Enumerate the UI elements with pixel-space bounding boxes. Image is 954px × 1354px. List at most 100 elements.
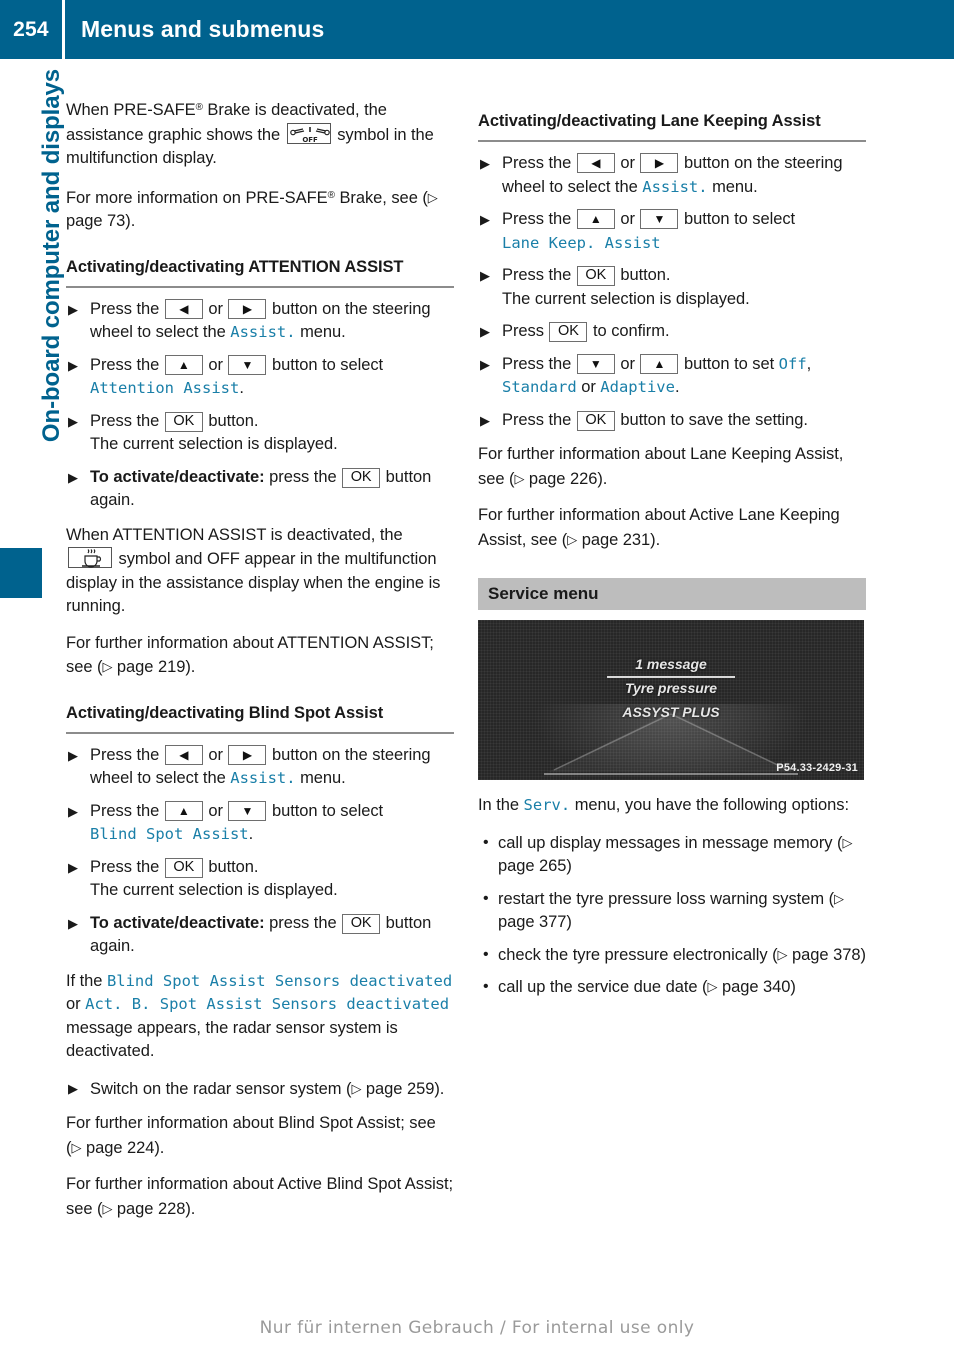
- step-arrow-icon: ▶: [68, 803, 78, 819]
- heading-attention-assist: Activating/deactivating ATTENTION ASSIST: [66, 257, 404, 276]
- text-run: page 228).: [112, 1199, 196, 1218]
- heading-rule: [478, 140, 866, 142]
- down-arrow-key[interactable]: ▼: [228, 354, 267, 375]
- step-lead-in: To activate/deactivate:: [90, 913, 265, 932]
- up-arrow-key[interactable]: ▲: [576, 209, 615, 229]
- text-run: or: [203, 745, 228, 764]
- page-reference-arrow-icon: ▷: [71, 1139, 82, 1155]
- screenshot-line-tyre-pressure: Tyre pressure: [624, 680, 718, 696]
- step-arrow-icon: ▶: [68, 357, 78, 373]
- text-run: Press the: [502, 266, 576, 284]
- right-arrow-key[interactable]: ▶: [640, 153, 679, 173]
- text-run: menu.: [295, 769, 346, 787]
- menu-name-serv: Serv.: [523, 796, 571, 814]
- text-run: page 224).: [81, 1138, 165, 1157]
- text-run: menu.: [295, 323, 346, 341]
- text-run: Press the: [502, 210, 576, 228]
- lane-keeping-assist-steps: ▶ Press the ◀ or ▶ button on the steering…: [478, 152, 866, 432]
- screenshot-line-message-count: 1 message: [635, 656, 707, 672]
- bullet-icon: •: [483, 978, 489, 995]
- radar-sensor-step: ▶ Switch on the radar sensor system (▷ pa…: [66, 1077, 454, 1102]
- left-column: When PRE-SAFE® Brake is deactivated, the…: [66, 96, 454, 1234]
- ok-key[interactable]: OK: [549, 322, 588, 342]
- text-run: or: [615, 354, 640, 373]
- blind-spot-reference-2: For further information about Active Bli…: [66, 1173, 454, 1221]
- text-run: or: [203, 355, 228, 374]
- menu-name-assist: Assist.: [642, 177, 708, 196]
- lane-keeping-reference-2: For further information about Active Lan…: [478, 504, 866, 552]
- text-run: Press the: [502, 410, 576, 429]
- coffee-cup-icon: [68, 547, 112, 568]
- text-run: Press the: [90, 299, 164, 318]
- up-arrow-key[interactable]: ▲: [164, 800, 203, 821]
- text-run: In the: [478, 796, 524, 814]
- text-run: call up the service due date (: [498, 978, 708, 996]
- text-run: press the: [264, 467, 342, 486]
- left-arrow-key[interactable]: ◀: [576, 153, 615, 173]
- ok-key[interactable]: OK: [576, 266, 615, 286]
- step-arrow-icon: ▶: [480, 412, 490, 428]
- section-banner-service-menu: Service menu: [478, 578, 866, 610]
- text-run: page 377): [498, 913, 572, 931]
- presafe-reference-paragraph: For more information on PRE-SAFE® Brake,…: [66, 184, 454, 234]
- heading-rule: [66, 731, 454, 734]
- attention-assist-reference: For further information about ATTENTION …: [66, 632, 454, 680]
- list-item: • call up display messages in message mem…: [478, 831, 866, 879]
- down-arrow-key[interactable]: ▼: [228, 800, 267, 821]
- step-arrow-icon: ▶: [68, 413, 78, 429]
- page-footer: Nur für internen Gebrauch / For internal…: [259, 1318, 695, 1338]
- step-item: ▶ Press the ▼ or ▲ button to set Off, Sta…: [478, 353, 866, 400]
- down-arrow-key[interactable]: ▼: [576, 353, 615, 374]
- text-run: or: [66, 995, 86, 1013]
- step-arrow-icon: ▶: [68, 1080, 78, 1096]
- right-arrow-key[interactable]: ▶: [228, 298, 267, 319]
- text-run: symbol and OFF appear in the multifuncti…: [66, 550, 441, 615]
- text-run: When PRE-SAFE: [66, 101, 196, 119]
- step-item: ▶ Press the ◀ or ▶ button on the steering…: [66, 298, 454, 345]
- step-item: ▶ Press the ▲ or ▼ button to select Lane …: [478, 208, 866, 255]
- registered-mark: ®: [195, 102, 203, 113]
- text-run: If the: [66, 971, 107, 990]
- right-arrow-key[interactable]: ▶: [228, 744, 267, 765]
- step-item: ▶ Press the ▲ or ▼ button to select Blind…: [66, 800, 454, 847]
- page-number: 254: [13, 17, 49, 41]
- registered-mark: ®: [327, 189, 335, 201]
- page-reference-arrow-icon: ▷: [842, 834, 853, 850]
- step-arrow-icon: ▶: [68, 747, 78, 763]
- text-run: call up display messages in message memo…: [498, 833, 843, 852]
- ok-key[interactable]: OK: [164, 411, 203, 432]
- text-run: or: [203, 801, 228, 820]
- left-arrow-key[interactable]: ◀: [164, 298, 203, 319]
- up-arrow-key[interactable]: ▲: [164, 354, 203, 375]
- step-arrow-icon: ▶: [480, 324, 490, 339]
- text-run: ,: [806, 354, 812, 373]
- page-title: Menus and submenus: [81, 16, 325, 42]
- step-item: ▶ Press the ◀ or ▶ button on the steering…: [66, 744, 454, 791]
- text-run: page 340): [717, 978, 796, 996]
- presafe-brake-off-icon: OFF: [286, 122, 331, 144]
- presafe-intro-paragraph: When PRE-SAFE® Brake is deactivated, the…: [66, 96, 454, 171]
- up-arrow-key[interactable]: ▲: [640, 353, 679, 374]
- ok-key[interactable]: OK: [342, 467, 381, 488]
- text-run: button to save the setting.: [615, 410, 808, 429]
- text-run: For more information on PRE-SAFE: [66, 188, 328, 207]
- heading-blind-spot-assist: Activating/deactivating Blind Spot Assis…: [66, 703, 384, 722]
- ok-key[interactable]: OK: [342, 913, 381, 934]
- down-arrow-key[interactable]: ▼: [640, 209, 679, 229]
- page-reference-arrow-icon: ▷: [102, 1200, 113, 1216]
- text-run: page 231).: [577, 530, 661, 549]
- option-off: Off: [778, 354, 807, 373]
- service-menu-intro: In the Serv. menu, you have the followin…: [478, 794, 866, 818]
- step-item: ▶ Press the OK button. The current selecti…: [66, 856, 454, 903]
- text-run: button to select: [267, 355, 384, 374]
- right-column: Activating/deactivating Lane Keeping Ass…: [478, 96, 866, 1008]
- menu-name-assist: Assist.: [230, 323, 296, 341]
- page-reference-arrow-icon: ▷: [514, 470, 525, 486]
- text-run: Press the: [90, 355, 164, 374]
- left-arrow-key[interactable]: ◀: [164, 744, 203, 765]
- ok-key[interactable]: OK: [576, 410, 615, 431]
- ok-key[interactable]: OK: [164, 857, 203, 878]
- page-reference-arrow-icon: ▷: [427, 189, 438, 205]
- lane-keeping-reference-1: For further information about Lane Keepi…: [478, 443, 866, 491]
- page-reference-arrow-icon: ▷: [777, 946, 788, 962]
